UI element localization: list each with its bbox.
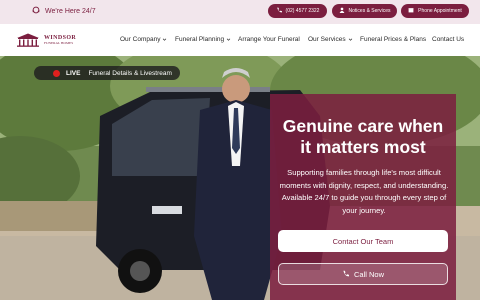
support-icon	[32, 6, 40, 16]
notices-services-button[interactable]: Notices & Services	[332, 4, 397, 18]
live-indicator	[53, 69, 60, 77]
brand-tagline: FUNERAL HOMES	[44, 40, 74, 45]
call-now-label: Call Now	[353, 269, 384, 279]
nav-contact-us[interactable]: Contact Us	[432, 36, 464, 43]
user-icon	[339, 7, 345, 15]
hero-panel: Genuine care when it matters most Suppor…	[270, 94, 456, 300]
phone-number-label: (02) 4577 2322	[285, 8, 320, 14]
livestream-link-text: Funeral Details & Livestream	[88, 69, 172, 77]
nav-our-company-label: Our Company	[120, 36, 161, 43]
phone-icon	[276, 7, 282, 15]
availability-notice: We're Here 24/7	[32, 6, 96, 16]
building-logo-icon	[17, 33, 39, 47]
hero-subtext: Supporting families through life's most …	[279, 168, 449, 215]
calendar-icon	[408, 7, 414, 15]
hero-headline-line-1: Genuine care when	[282, 116, 444, 136]
phone-appointment-label: Phone Appointment	[418, 8, 462, 14]
live-badge: LIVE	[66, 69, 81, 77]
nav-our-services[interactable]: Our Services	[308, 36, 353, 43]
nav-arrange-funeral-label: Arrange Your Funeral	[238, 36, 300, 43]
phone-icon	[342, 270, 349, 279]
chevron-down-icon	[226, 38, 231, 41]
nav-contact-us-label: Contact Us	[432, 36, 465, 43]
availability-text: We're Here 24/7	[45, 7, 96, 15]
chevron-down-icon	[163, 38, 167, 41]
contact-team-button[interactable]: Contact Our Team	[278, 230, 448, 252]
nav-funeral-prices[interactable]: Funeral Prices & Plans	[360, 36, 426, 43]
nav-our-company[interactable]: Our Company	[120, 36, 167, 43]
chevron-down-icon	[348, 38, 352, 41]
brand-name: WINDSOR	[44, 34, 77, 41]
top-bar: We're Here 24/7 (02) 4577 2322 Notices &…	[0, 0, 480, 24]
hero-headline: Genuine care when it matters most	[270, 116, 456, 158]
nav-funeral-planning-label: Funeral Planning	[175, 36, 225, 43]
phone-number-button[interactable]: (02) 4577 2322	[268, 4, 327, 18]
call-now-button[interactable]: Call Now	[278, 263, 448, 285]
brand-logo[interactable]: WINDSOR FUNERAL HOMES	[16, 33, 76, 47]
phone-appointment-button[interactable]: Phone Appointment	[401, 4, 469, 18]
nav-arrange-funeral[interactable]: Arrange Your Funeral	[238, 36, 300, 43]
nav-funeral-prices-label: Funeral Prices & Plans	[360, 36, 427, 43]
notices-services-label: Notices & Services	[348, 8, 391, 14]
main-navigation: WINDSOR FUNERAL HOMES Our Company Funera…	[0, 24, 480, 56]
hero-headline-line-2: it matters most	[300, 137, 426, 157]
nav-our-services-label: Our Services	[308, 36, 346, 43]
hero-section: LIVE Funeral Details & Livestream Genuin…	[0, 56, 480, 300]
nav-funeral-planning[interactable]: Funeral Planning	[175, 36, 231, 43]
contact-team-label: Contact Our Team	[332, 236, 394, 246]
livestream-bar[interactable]: LIVE Funeral Details & Livestream	[34, 66, 180, 80]
